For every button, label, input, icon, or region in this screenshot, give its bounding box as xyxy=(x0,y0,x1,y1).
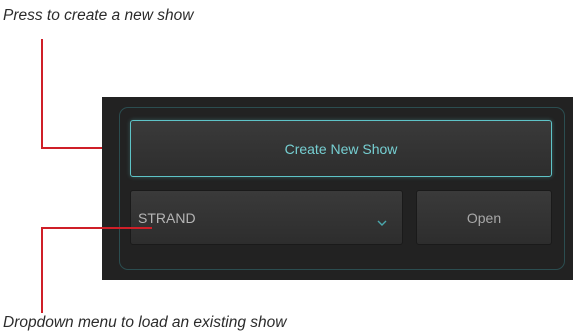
dropdown-callout-vertical xyxy=(41,227,43,313)
create-new-show-button[interactable]: Create New Show xyxy=(130,120,552,177)
create-callout-vertical xyxy=(41,39,43,149)
show-select-value: STRAND xyxy=(138,209,196,226)
show-panel: Create New Show STRAND Open xyxy=(102,97,573,280)
open-show-button[interactable]: Open xyxy=(416,190,552,245)
dropdown-caption: Dropdown menu to load an existing show xyxy=(3,314,287,331)
chevron-down-icon xyxy=(376,214,388,226)
create-show-caption: Press to create a new show xyxy=(3,7,194,24)
open-show-label: Open xyxy=(466,209,502,226)
create-new-show-label: Create New Show xyxy=(284,140,398,157)
dropdown-callout-horizontal xyxy=(41,227,152,229)
show-select-dropdown[interactable]: STRAND xyxy=(130,190,403,245)
